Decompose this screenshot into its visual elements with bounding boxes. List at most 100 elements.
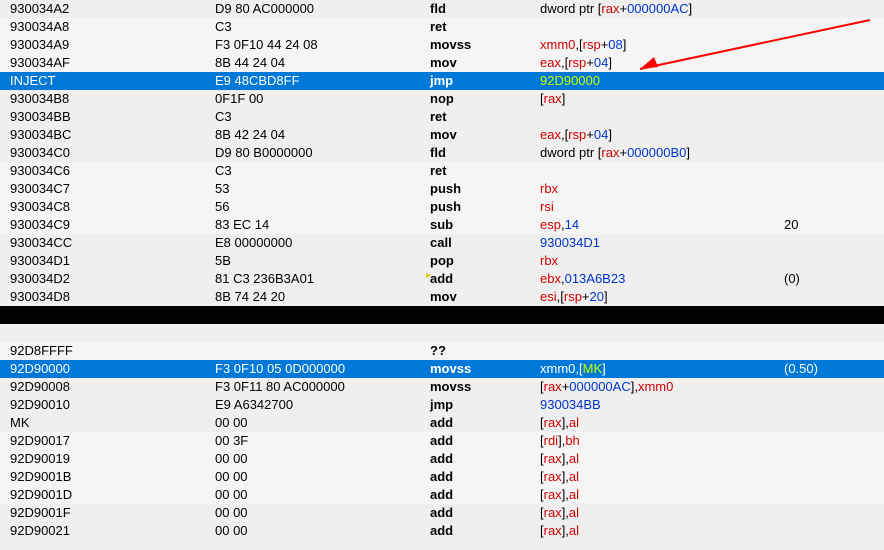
mnemonic-cell: push bbox=[430, 180, 540, 198]
operands-cell: rbx bbox=[540, 180, 784, 198]
operands-cell: [rax] bbox=[540, 90, 784, 108]
comment-cell: 20 bbox=[784, 216, 884, 234]
disassembly-row[interactable]: 92D90000F3 0F10 05 0D000000movssxmm0,[MK… bbox=[0, 360, 884, 378]
disassembly-row[interactable]: MK00 00add[rax],al bbox=[0, 414, 884, 432]
operands-cell: dword ptr [rax+000000B0] bbox=[540, 144, 784, 162]
disassembly-row[interactable]: 92D9001700 3Fadd[rdi],bh bbox=[0, 432, 884, 450]
mnemonic-cell: ret bbox=[430, 162, 540, 180]
address-cell: 92D9001F bbox=[0, 504, 215, 522]
mnemonic-cell: mov bbox=[430, 54, 540, 72]
address-cell: 930034C9 bbox=[0, 216, 215, 234]
bytes-cell: 8B 74 24 20 bbox=[215, 288, 430, 306]
disassembly-row[interactable]: 92D90010E9 A6342700jmp930034BB bbox=[0, 396, 884, 414]
bytes-cell: 00 00 bbox=[215, 504, 430, 522]
operands-cell: [rax],al bbox=[540, 468, 784, 486]
bytes-cell: 8B 44 24 04 bbox=[215, 54, 430, 72]
mnemonic-cell: mov bbox=[430, 288, 540, 306]
comment-cell: (0) bbox=[784, 270, 884, 288]
disassembly-listing[interactable]: 930034A2D9 80 AC000000fld dword ptr [rax+… bbox=[0, 0, 884, 540]
mnemonic-cell: jmp bbox=[430, 396, 540, 414]
disassembly-row[interactable]: 930034BC8B 42 24 04moveax,[rsp+04] bbox=[0, 126, 884, 144]
operands-cell: esi,[rsp+20] bbox=[540, 288, 784, 306]
disassembly-row[interactable]: 930034C983 EC 14subesp,1420 bbox=[0, 216, 884, 234]
bytes-cell: D9 80 B0000000 bbox=[215, 144, 430, 162]
disassembly-row[interactable]: 930034CCE8 00000000call930034D1 bbox=[0, 234, 884, 252]
bytes-cell: 00 00 bbox=[215, 468, 430, 486]
disassembly-row[interactable]: 92D90008F3 0F11 80 AC000000movss[rax+000… bbox=[0, 378, 884, 396]
address-cell: 92D9001B bbox=[0, 468, 215, 486]
operands-cell: ebx,013A6B23 bbox=[540, 270, 784, 288]
bytes-cell: 00 00 bbox=[215, 450, 430, 468]
bytes-cell: 00 3F bbox=[215, 432, 430, 450]
bytes-cell: 5B bbox=[215, 252, 430, 270]
address-cell: 930034A2 bbox=[0, 0, 215, 18]
operands-cell: eax,[rsp+04] bbox=[540, 54, 784, 72]
bytes-cell: 00 00 bbox=[215, 486, 430, 504]
disassembly-row[interactable]: 92D9001B00 00add[rax],al bbox=[0, 468, 884, 486]
disassembly-row[interactable] bbox=[0, 306, 884, 324]
address-cell: 930034A8 bbox=[0, 18, 215, 36]
disassembly-row[interactable]: 930034A8C3ret bbox=[0, 18, 884, 36]
address-cell: 930034D1 bbox=[0, 252, 215, 270]
disassembly-row[interactable]: 930034D88B 74 24 20movesi,[rsp+20] bbox=[0, 288, 884, 306]
address-cell: 930034A9 bbox=[0, 36, 215, 54]
disassembly-row[interactable]: 930034C753pushrbx bbox=[0, 180, 884, 198]
address-cell: 92D8FFFF bbox=[0, 342, 215, 360]
disassembly-row[interactable]: 92D9002100 00add[rax],al bbox=[0, 522, 884, 540]
mnemonic-cell: add bbox=[430, 504, 540, 522]
address-cell: 930034D2 bbox=[0, 270, 215, 288]
mnemonic-cell: movss bbox=[430, 360, 540, 378]
disassembly-row[interactable]: 930034D281 C3 236B3A01addebx,013A6B23(0) bbox=[0, 270, 884, 288]
mnemonic-cell: ret bbox=[430, 108, 540, 126]
mnemonic-cell: add bbox=[430, 432, 540, 450]
address-cell: 92D90010 bbox=[0, 396, 215, 414]
mnemonic-cell: add bbox=[430, 486, 540, 504]
address-cell: 92D90017 bbox=[0, 432, 215, 450]
disassembly-row[interactable]: 92D9001900 00add[rax],al bbox=[0, 450, 884, 468]
disassembly-row[interactable]: 930034BBC3ret bbox=[0, 108, 884, 126]
disassembly-row[interactable]: 930034A2D9 80 AC000000flddword ptr [rax+… bbox=[0, 0, 884, 18]
operands-cell: eax,[rsp+04] bbox=[540, 126, 784, 144]
disassembly-row[interactable]: 930034D15Bpoprbx bbox=[0, 252, 884, 270]
disassembly-row[interactable]: 930034A9F3 0F10 44 24 08movssxmm0,[rsp+0… bbox=[0, 36, 884, 54]
bytes-cell: D9 80 AC000000 bbox=[215, 0, 430, 18]
address-cell: MK bbox=[0, 414, 215, 432]
mnemonic-cell: add bbox=[430, 450, 540, 468]
bytes-cell: 83 EC 14 bbox=[215, 216, 430, 234]
mnemonic-cell: pop bbox=[430, 252, 540, 270]
comment-cell: (0.50) bbox=[784, 360, 884, 378]
disassembly-row[interactable]: 930034C0D9 80 B0000000flddword ptr [rax+… bbox=[0, 144, 884, 162]
mnemonic-cell: movss bbox=[430, 36, 540, 54]
operands-cell: 930034BB bbox=[540, 396, 784, 414]
disassembly-row[interactable]: 930034AF8B 44 24 04moveax,[rsp+04] bbox=[0, 54, 884, 72]
operands-cell: [rax],al bbox=[540, 486, 784, 504]
bytes-cell: 00 00 bbox=[215, 414, 430, 432]
address-cell: 92D90021 bbox=[0, 522, 215, 540]
disassembly-row[interactable]: 930034B80F1F 00nop[rax] bbox=[0, 90, 884, 108]
mnemonic-cell: fld bbox=[430, 0, 540, 18]
disassembly-row[interactable]: 930034C856pushrsi bbox=[0, 198, 884, 216]
disassembly-row[interactable]: 92D8FFFF?? bbox=[0, 342, 884, 360]
disassembly-row[interactable]: INJECTE9 48CBD8FFjmp92D90000 bbox=[0, 72, 884, 90]
operands-cell: rbx bbox=[540, 252, 784, 270]
disassembly-row[interactable]: 92D9001F00 00add[rax],al bbox=[0, 504, 884, 522]
bytes-cell: 8B 42 24 04 bbox=[215, 126, 430, 144]
mnemonic-cell: mov bbox=[430, 126, 540, 144]
mnemonic-cell: nop bbox=[430, 90, 540, 108]
bytes-cell: C3 bbox=[215, 108, 430, 126]
bytes-cell: 56 bbox=[215, 198, 430, 216]
mnemonic-cell: ret bbox=[430, 18, 540, 36]
address-cell: 930034C7 bbox=[0, 180, 215, 198]
disassembly-row[interactable]: 930034C6C3ret bbox=[0, 162, 884, 180]
bytes-cell: C3 bbox=[215, 162, 430, 180]
address-cell: 930034AF bbox=[0, 54, 215, 72]
mnemonic-cell: add bbox=[430, 414, 540, 432]
operands-cell: [rdi],bh bbox=[540, 432, 784, 450]
address-cell: 930034C8 bbox=[0, 198, 215, 216]
bytes-cell: 81 C3 236B3A01 bbox=[215, 270, 430, 288]
bytes-cell: E8 00000000 bbox=[215, 234, 430, 252]
address-cell: 930034BC bbox=[0, 126, 215, 144]
address-cell: 930034C6 bbox=[0, 162, 215, 180]
disassembly-row[interactable]: 92D9001D00 00add[rax],al bbox=[0, 486, 884, 504]
operands-cell: [rax],al bbox=[540, 450, 784, 468]
